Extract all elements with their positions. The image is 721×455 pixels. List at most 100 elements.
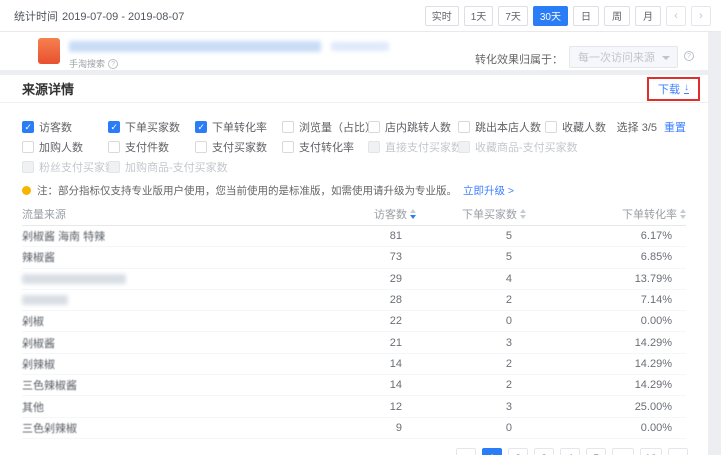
range-button[interactable]: 实时 <box>425 6 459 26</box>
chevron-down-icon <box>662 56 670 60</box>
range-button[interactable]: 1天 <box>464 6 494 26</box>
help-icon[interactable] <box>684 51 694 61</box>
visitors-value: 22 <box>316 315 416 327</box>
metric-checkbox-item[interactable]: 跳出本店人数 <box>458 119 545 135</box>
metric-checkbox-item[interactable]: 支付件数 <box>108 139 195 155</box>
page-button[interactable]: 3 <box>534 448 554 455</box>
rate-value: 6.17% <box>526 230 686 242</box>
stat-time-label: 统计时间 <box>14 11 58 23</box>
checkbox-icon[interactable] <box>22 161 34 173</box>
metric-checkbox-item[interactable]: 浏览量（占比） <box>282 119 368 135</box>
rate-value: 6.85% <box>526 251 686 263</box>
col-header-buyers[interactable]: 下单买家数 <box>416 206 526 222</box>
range-button[interactable]: 月 <box>635 6 661 26</box>
date-range-toolbar: 统计时间2019-07-09 - 2019-08-07 实时1天7天30天日周月… <box>0 0 721 32</box>
metric-label: 浏览量（占比） <box>299 119 376 135</box>
attribution-select[interactable]: 每一次访问来源 <box>569 46 678 68</box>
panel-title: 来源详情 <box>22 79 74 98</box>
rate-value: 0.00% <box>526 315 686 327</box>
metric-label: 支付转化率 <box>299 139 354 155</box>
table-row: 其他 12 3 25.00% <box>22 396 686 417</box>
metric-label: 跳出本店人数 <box>475 119 541 135</box>
metric-checkbox-item[interactable]: 直接支付买家数 <box>368 139 458 155</box>
range-button[interactable]: 7天 <box>498 6 528 26</box>
store-name-blur-tail <box>331 42 389 51</box>
col-header-visitors[interactable]: 访客数 <box>316 206 416 222</box>
checkbox-icon[interactable] <box>108 161 120 173</box>
visitors-value: 14 <box>316 379 416 391</box>
table-row: 剁椒 22 0 0.00% <box>22 311 686 332</box>
metric-checkbox-item[interactable]: 下单买家数 <box>108 119 195 135</box>
metric-checkbox-item[interactable]: 下单转化率 <box>195 119 282 135</box>
rate-value: 13.79% <box>526 273 686 285</box>
metric-checkbox-item[interactable]: 粉丝支付买家数 <box>22 159 108 175</box>
checkbox-icon[interactable] <box>108 141 120 153</box>
traffic-source-name: 手淘搜索 <box>69 57 105 70</box>
checkbox-icon[interactable] <box>545 121 557 133</box>
download-annotation-box: 下载 ↓ <box>647 77 700 101</box>
metric-checkbox-item[interactable]: 店内跳转人数 <box>368 119 458 135</box>
attribution-selected-value: 每一次访问来源 <box>578 49 655 65</box>
metric-label: 支付件数 <box>125 139 169 155</box>
checkbox-icon[interactable] <box>458 141 470 153</box>
notice-dot-icon <box>22 186 31 195</box>
reset-link[interactable]: 重置 <box>664 119 686 135</box>
metric-label: 下单转化率 <box>212 119 267 135</box>
col-header-rate[interactable]: 下单转化率 <box>526 206 686 222</box>
checkbox-icon[interactable] <box>368 141 380 153</box>
checkbox-icon[interactable] <box>195 121 207 133</box>
metric-checkbox-item[interactable]: 支付买家数 <box>195 139 282 155</box>
next-period-button[interactable]: › <box>691 6 711 26</box>
metric-label: 加购商品-支付买家数 <box>125 159 228 175</box>
checkbox-icon[interactable] <box>282 121 294 133</box>
prev-period-button[interactable]: ‹ <box>666 6 686 26</box>
checkbox-icon[interactable] <box>458 121 470 133</box>
page-button[interactable]: 5 <box>586 448 606 455</box>
checkbox-icon[interactable] <box>22 141 34 153</box>
checkbox-icon[interactable] <box>195 141 207 153</box>
visitors-value: 73 <box>316 251 416 263</box>
checkbox-icon[interactable] <box>368 121 380 133</box>
rate-value: 0.00% <box>526 422 686 434</box>
range-button[interactable]: 周 <box>604 6 630 26</box>
download-button[interactable]: 下载 <box>658 81 680 97</box>
page-button[interactable]: 1 <box>482 448 502 455</box>
metric-checkbox-item[interactable]: 支付转化率 <box>282 139 368 155</box>
rate-value: 7.14% <box>526 294 686 306</box>
metric-checkbox-item[interactable]: 收藏商品-支付买家数 <box>458 139 545 155</box>
page-button[interactable]: › <box>668 448 688 455</box>
visitors-value: 9 <box>316 422 416 434</box>
checkbox-icon[interactable] <box>108 121 120 133</box>
range-button[interactable]: 日 <box>573 6 599 26</box>
attribution-label: 转化效果归属于： <box>475 51 563 67</box>
metric-label: 加购人数 <box>39 139 83 155</box>
table-row: 剁椒酱 海南 特辣 81 5 6.17% <box>22 226 686 247</box>
table-header-row: 流量来源 访客数 下单买家数 下单转化率 <box>22 202 686 226</box>
metric-label: 店内跳转人数 <box>385 119 451 135</box>
stat-time: 统计时间2019-07-09 - 2019-08-07 <box>14 8 184 24</box>
notice-text: 注：部分指标仅支持专业版用户使用，您当前使用的是标准版，如需使用请升级为专业版。 <box>37 183 457 198</box>
store-name-blur <box>69 41 321 52</box>
page-button[interactable]: ••• <box>612 448 634 455</box>
metric-checkbox-item[interactable]: 加购人数 <box>22 139 108 155</box>
metric-row-1: 访客数 下单买家数 下单转化率 <box>22 117 686 137</box>
visitors-value: 14 <box>316 358 416 370</box>
download-icon: ↓ <box>684 83 689 94</box>
buyers-value: 2 <box>416 379 526 391</box>
page-button[interactable]: 10 <box>640 448 662 455</box>
sort-icon[interactable] <box>680 209 686 219</box>
store-bar: 手淘搜索 转化效果归属于： 每一次访问来源 <box>0 32 708 70</box>
range-button[interactable]: 30天 <box>533 6 568 26</box>
page-button[interactable]: 2 <box>508 448 528 455</box>
buyers-value: 0 <box>416 422 526 434</box>
info-icon[interactable] <box>108 59 118 69</box>
page-button[interactable]: ‹ <box>456 448 476 455</box>
source-name: 剁椒酱 <box>22 338 55 350</box>
metric-checkbox-item[interactable]: 访客数 <box>22 119 108 135</box>
rate-value: 14.29% <box>526 379 686 391</box>
checkbox-icon[interactable] <box>282 141 294 153</box>
metric-checkbox-item[interactable]: 加购商品-支付买家数 <box>108 159 195 175</box>
page-button[interactable]: 4 <box>560 448 580 455</box>
checkbox-icon[interactable] <box>22 121 34 133</box>
upgrade-link[interactable]: 立即升级 > <box>463 183 514 198</box>
